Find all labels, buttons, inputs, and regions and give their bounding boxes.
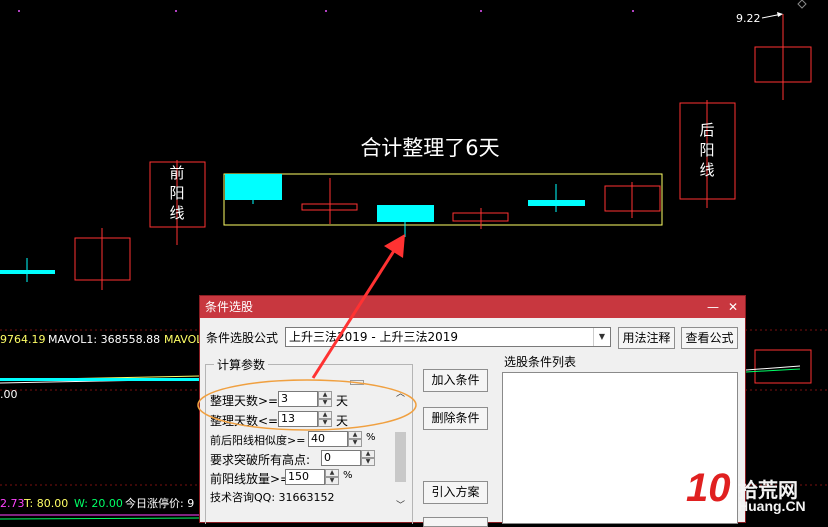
param-input[interactable]: 13: [278, 411, 318, 427]
spin-down-icon[interactable]: ▼: [318, 399, 332, 407]
annotate-button[interactable]: 用法注释: [618, 327, 675, 349]
watermark-brand-en: Huang.CN: [738, 498, 806, 514]
import-plan-button[interactable]: 引入方案: [423, 481, 488, 504]
front-line-char: 线: [169, 204, 184, 222]
close-button[interactable]: ✕: [723, 296, 743, 318]
chevron-down-icon[interactable]: ▼: [593, 328, 610, 346]
candle: [604, 182, 661, 218]
front-line-char: 前: [169, 164, 184, 182]
param-input[interactable]: 40: [308, 431, 348, 447]
volume-bar: [0, 378, 200, 381]
param-label: 要求突破所有高点:: [210, 453, 311, 467]
candle: [0, 258, 55, 282]
limit-price: 今日涨停价: 9: [125, 496, 194, 510]
back-line-label: 后 阳 线: [699, 121, 714, 179]
minimize-button[interactable]: —: [703, 296, 723, 318]
param-input[interactable]: 3: [278, 391, 318, 407]
spin-up-icon[interactable]: ▲: [348, 431, 362, 439]
scrollbar-thumb[interactable]: [395, 432, 406, 482]
indicator-value: 9764.19: [0, 333, 46, 346]
consolidation-box: [223, 173, 663, 226]
back-line-char: 线: [699, 161, 714, 179]
chevron-down-icon[interactable]: ﹀: [396, 498, 405, 511]
front-line-char: 阳: [169, 184, 184, 202]
back-line-char: 后: [699, 121, 714, 139]
spin-down-icon[interactable]: ▼: [325, 477, 339, 485]
candle: [452, 208, 509, 229]
formula-label: 条件选股公式: [206, 331, 279, 345]
spin-down-icon[interactable]: ▼: [361, 458, 375, 466]
watermark: 10 拾荒网 Huang.CN: [686, 466, 828, 523]
volume-bar: [754, 349, 812, 384]
spin-down-icon[interactable]: ▼: [348, 439, 362, 447]
back-line-char: 阳: [699, 141, 714, 159]
consult-text: 技术咨询QQ: 31663152: [210, 491, 335, 504]
condition-selection-dialog: 条件选股 — ✕ 条件选股公式 上升三法2019 - 上升三法2019 ▼ 用法…: [199, 295, 746, 527]
view-formula-button[interactable]: 查看公式: [681, 327, 738, 349]
param-label: 整理天数<=: [210, 414, 279, 428]
add-condition-button[interactable]: 加入条件: [423, 369, 488, 392]
bottom-value-t: T: 80.00: [23, 497, 68, 510]
param-label: 前阳线放量>=: [210, 472, 291, 486]
spin-up-icon[interactable]: [350, 380, 364, 385]
extra-button[interactable]: [423, 517, 488, 527]
top-markers: [18, 10, 634, 12]
spin-up-icon[interactable]: ▲: [361, 450, 375, 458]
bottom-value-w: W: 20.00: [74, 497, 123, 510]
bottom-value-a: 2.73: [0, 497, 25, 510]
condition-list-label: 选股条件列表: [504, 355, 577, 369]
ma-line: [0, 517, 201, 520]
param-unit: %: [366, 432, 376, 443]
candle: [754, 14, 812, 100]
dialog-title-bar[interactable]: 条件选股 — ✕: [200, 296, 745, 318]
spin-up-icon[interactable]: ▲: [318, 411, 332, 419]
spin-up-icon[interactable]: ▲: [318, 391, 332, 399]
front-line-label: 前 阳 线: [169, 164, 184, 222]
formula-value: 上升三法2019 - 上升三法2019: [289, 330, 459, 344]
dialog-title: 条件选股: [205, 300, 254, 314]
mavol1-label: MAVOL1: 368558.88: [48, 333, 160, 346]
param-unit: 天: [336, 414, 349, 428]
delete-condition-button[interactable]: 删除条件: [423, 407, 488, 430]
lower-value: .00: [0, 388, 18, 401]
candle: [528, 184, 585, 212]
param-input[interactable]: 150: [285, 469, 325, 485]
params-group-label: 计算参数: [214, 356, 269, 373]
watermark-number: 10: [686, 466, 731, 510]
params-group: 计算参数 整理天数>= 3 ▲ ▼ 天 整理天数<= 13 ▲ ▼ 天 前后阳线…: [205, 356, 413, 524]
annotation-title: 合计整理了6天: [360, 136, 499, 160]
spin-down-icon[interactable]: ▼: [318, 419, 332, 427]
param-unit: 天: [336, 394, 349, 408]
candle: [377, 205, 434, 237]
formula-select[interactable]: 上升三法2019 - 上升三法2019 ▼: [285, 327, 611, 347]
price-label: 9.22: [736, 12, 761, 25]
corner-diamond: [797, 0, 807, 9]
param-label: 整理天数>=: [210, 394, 279, 408]
param-input[interactable]: 0: [321, 450, 361, 466]
param-label: 前后阳线相似度>=: [210, 434, 306, 447]
price-pointer-head: [777, 12, 783, 17]
candle: [225, 174, 282, 204]
spin-up-icon[interactable]: ▲: [325, 469, 339, 477]
chevron-up-icon[interactable]: ︿: [396, 386, 405, 399]
params-scrollbar[interactable]: ︿ ﹀: [393, 384, 408, 514]
mavol2-label: MAVOL: [164, 333, 203, 346]
param-unit: %: [343, 470, 353, 481]
candle: [301, 178, 358, 224]
candle: [74, 228, 131, 290]
